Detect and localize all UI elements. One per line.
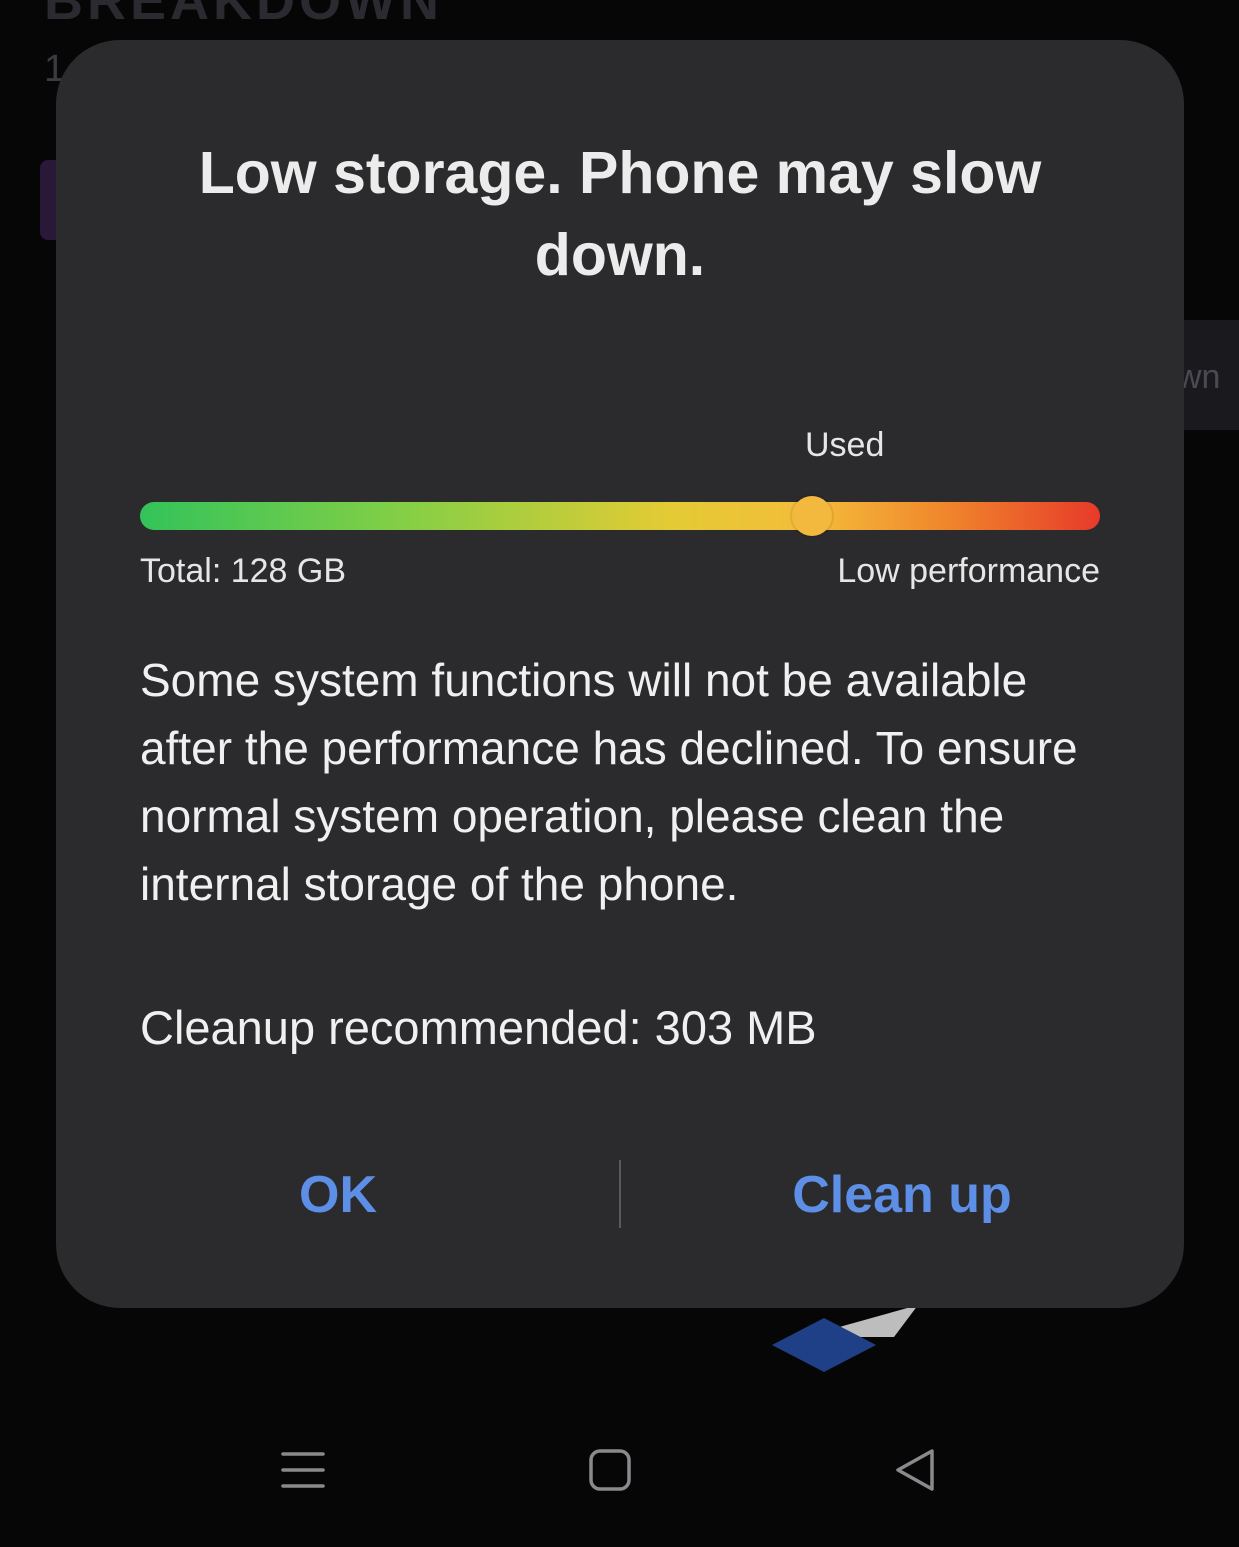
cleanup-recommended-text: Cleanup recommended: 303 MB — [140, 1001, 817, 1054]
low-storage-dialog: Low storage. Phone may slow down. Used T… — [56, 40, 1184, 1308]
screen: BREAKDOWN 1 wn Low storage. Phone may sl… — [0, 0, 1239, 1547]
total-storage-label: Total: 128 GB — [140, 552, 347, 590]
home-button[interactable] — [550, 1410, 670, 1530]
used-label: Used — [805, 426, 885, 464]
recent-apps-button[interactable] — [243, 1410, 363, 1530]
dialog-title: Low storage. Phone may slow down. — [198, 140, 1042, 288]
dialog-message: Some system functions will not be availa… — [140, 654, 1078, 910]
back-icon — [896, 1449, 934, 1491]
background-app-heading: BREAKDOWN — [44, 0, 443, 31]
back-button[interactable] — [856, 1410, 976, 1530]
clean-up-button[interactable]: Clean up — [620, 1150, 1184, 1240]
home-icon — [589, 1449, 631, 1491]
storage-usage-bar — [140, 502, 1100, 530]
ok-button[interactable]: OK — [56, 1150, 620, 1240]
storage-usage-marker — [792, 496, 832, 536]
low-performance-label: Low performance — [837, 552, 1100, 590]
menu-icon — [281, 1452, 325, 1488]
navigation-bar — [0, 1410, 1239, 1530]
